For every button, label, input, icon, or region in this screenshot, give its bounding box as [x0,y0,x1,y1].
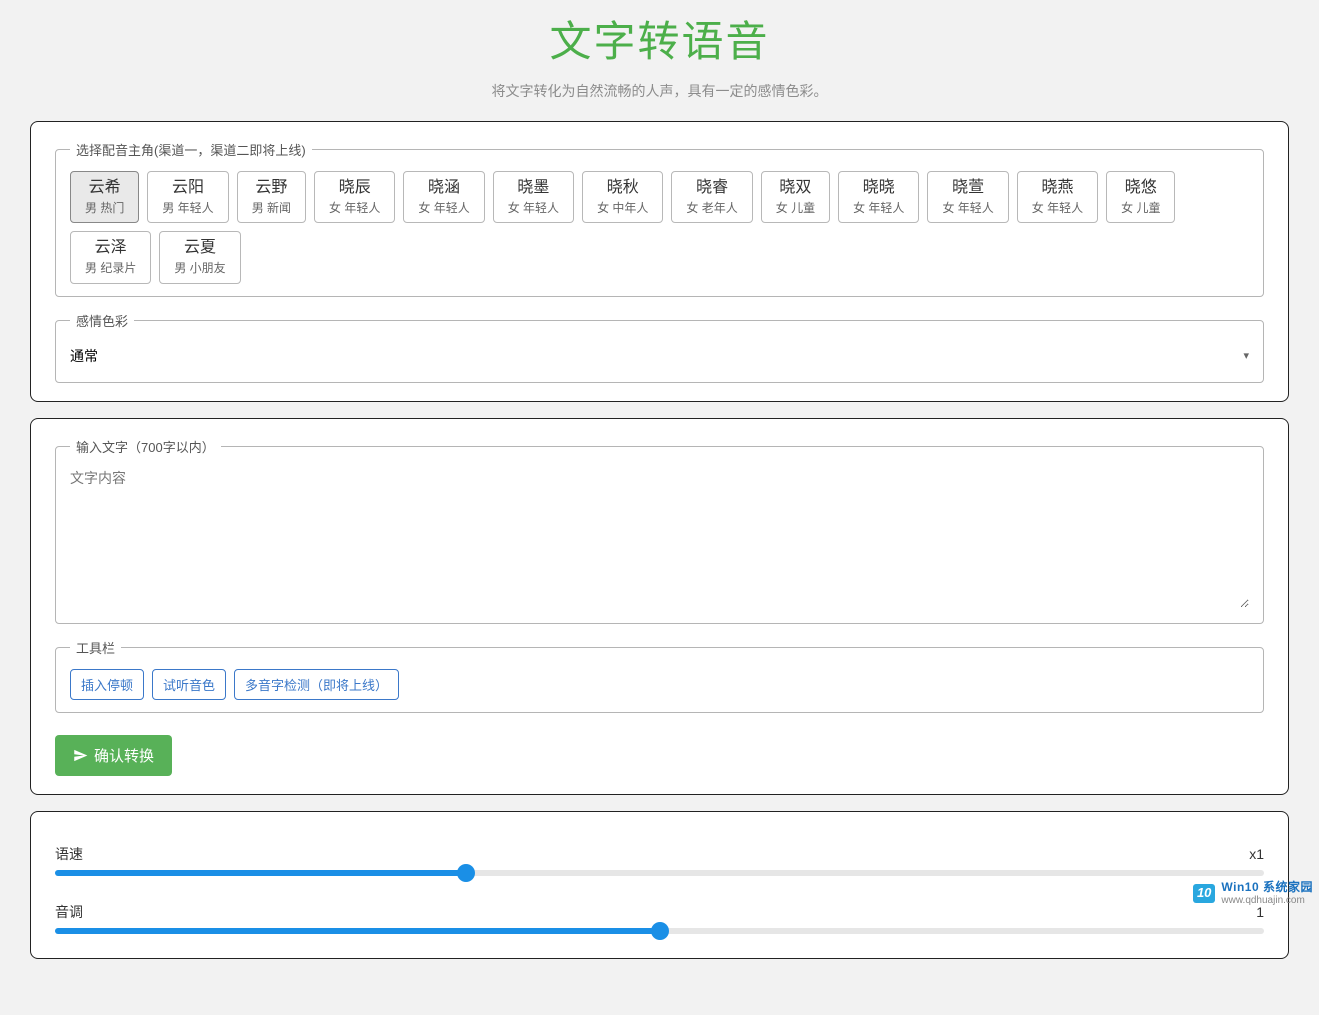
watermark: 10 Win10 系统家园 www.qdhuajin.com [1193,881,1313,906]
voice-sub: 男 热门 [85,201,124,217]
text-legend: 输入文字（700字以内） [70,437,221,456]
voice-card[interactable]: 晓燕女 年轻人 [1017,171,1098,223]
paper-plane-icon [73,748,88,763]
text-input[interactable] [70,468,1249,608]
voice-card[interactable]: 晓睿女 老年人 [671,171,752,223]
page-title: 文字转语音 [30,8,1289,69]
voice-name: 晓双 [776,178,815,199]
voice-card[interactable]: 晓涵女 年轻人 [403,171,484,223]
voice-name: 晓悠 [1121,178,1160,199]
pitch-thumb[interactable] [651,922,669,940]
voice-card[interactable]: 晓双女 儿童 [761,171,830,223]
toolbar-legend: 工具栏 [70,638,121,657]
voice-card[interactable]: 晓秋女 中年人 [582,171,663,223]
voice-sub: 女 年轻人 [1032,201,1083,217]
preview-voice-button[interactable]: 试听音色 [152,669,226,700]
voice-name: 晓睿 [686,178,737,199]
emotion-fieldset: 感情色彩 通常 ▾ [55,311,1264,383]
speed-thumb[interactable] [457,864,475,882]
voice-grid: 云希男 热门云阳男 年轻人云野男 新闻晓辰女 年轻人晓涵女 年轻人晓墨女 年轻人… [70,171,1249,284]
speed-slider[interactable] [55,870,1264,876]
voice-sub: 男 纪录片 [85,261,136,277]
speed-fill [55,870,466,876]
voice-sub: 女 年轻人 [942,201,993,217]
voice-card[interactable]: 晓悠女 儿童 [1106,171,1175,223]
polyphone-button[interactable]: 多音字检测（即将上线） [234,669,399,700]
toolbar-fieldset: 工具栏 插入停顿 试听音色 多音字检测（即将上线） [55,638,1264,713]
voice-sub: 女 中年人 [597,201,648,217]
voice-sub: 女 年轻人 [329,201,380,217]
voice-card[interactable]: 晓墨女 年轻人 [493,171,574,223]
voice-card[interactable]: 云希男 热门 [70,171,139,223]
slider-panel: 语速 x1 音调 1 [30,811,1289,959]
text-fieldset: 输入文字（700字以内） [55,437,1264,624]
speed-value: x1 [1249,846,1264,862]
pitch-slider-row: 音调 1 [55,902,1264,934]
voice-sub: 女 老年人 [686,201,737,217]
emotion-legend: 感情色彩 [70,311,134,330]
text-panel: 输入文字（700字以内） 工具栏 插入停顿 试听音色 多音字检测（即将上线） 确… [30,418,1289,795]
voice-name: 晓墨 [508,178,559,199]
voice-sub: 女 儿童 [1121,201,1160,217]
chevron-down-icon: ▾ [1243,349,1249,362]
voice-panel: 选择配音主角(渠道一，渠道二即将上线) 云希男 热门云阳男 年轻人云野男 新闻晓… [30,121,1289,402]
pitch-slider[interactable] [55,928,1264,934]
voice-card[interactable]: 云野男 新闻 [237,171,306,223]
voice-name: 云阳 [162,178,213,199]
watermark-brand: Win10 系统家园 [1221,881,1313,894]
voice-name: 晓晓 [853,178,904,199]
insert-pause-button[interactable]: 插入停顿 [70,669,144,700]
speed-slider-row: 语速 x1 [55,844,1264,876]
voice-name: 云夏 [174,238,225,259]
voice-name: 晓秋 [597,178,648,199]
watermark-badge-icon: 10 [1193,884,1215,902]
voice-name: 云野 [252,178,291,199]
voice-card[interactable]: 云泽男 纪录片 [70,231,151,283]
speed-label: 语速 [55,844,83,864]
voice-fieldset: 选择配音主角(渠道一，渠道二即将上线) 云希男 热门云阳男 年轻人云野男 新闻晓… [55,140,1264,297]
voice-card[interactable]: 云阳男 年轻人 [147,171,228,223]
voice-card[interactable]: 晓萱女 年轻人 [927,171,1008,223]
pitch-fill [55,928,660,934]
voice-name: 晓萱 [942,178,993,199]
voice-name: 晓辰 [329,178,380,199]
page-subtitle: 将文字转化为自然流畅的人声，具有一定的感情色彩。 [30,81,1289,101]
watermark-url: www.qdhuajin.com [1221,895,1304,906]
voice-card[interactable]: 晓晓女 年轻人 [838,171,919,223]
emotion-select[interactable]: 通常 [70,342,1243,370]
voice-name: 晓涵 [418,178,469,199]
voice-card[interactable]: 晓辰女 年轻人 [314,171,395,223]
voice-name: 晓燕 [1032,178,1083,199]
voice-sub: 女 年轻人 [508,201,559,217]
voice-sub: 女 年轻人 [418,201,469,217]
voice-sub: 男 新闻 [252,201,291,217]
voice-name: 云泽 [85,238,136,259]
voice-sub: 女 年轻人 [853,201,904,217]
confirm-label: 确认转换 [94,745,154,766]
voice-legend: 选择配音主角(渠道一，渠道二即将上线) [70,140,312,159]
voice-name: 云希 [85,178,124,199]
voice-sub: 男 年轻人 [162,201,213,217]
voice-sub: 女 儿童 [776,201,815,217]
voice-sub: 男 小朋友 [174,261,225,277]
voice-card[interactable]: 云夏男 小朋友 [159,231,240,283]
confirm-button[interactable]: 确认转换 [55,735,172,776]
